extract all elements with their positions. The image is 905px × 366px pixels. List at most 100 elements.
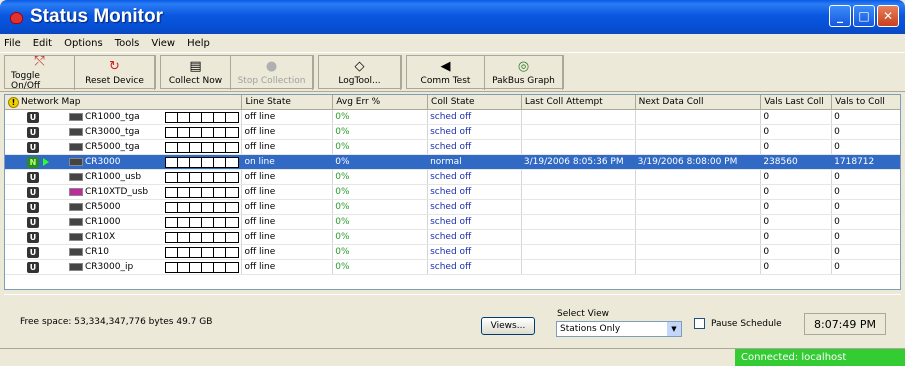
table-row[interactable]: N CR3000 on line 0% normal 3/19/2006 8:05:36 … xyxy=(5,155,900,170)
pause-schedule-checkbox[interactable]: Pause Schedule xyxy=(694,318,782,329)
connection-status: Connected: localhost xyxy=(735,349,905,366)
toolbar: ⤲ Toggle On/Off ↻ Reset Device ▤ Collect… xyxy=(0,52,905,92)
network-cell[interactable]: U CR1000 xyxy=(5,215,243,229)
network-cell[interactable]: U CR3000_ip xyxy=(5,260,243,274)
clock-display: 8:07:49 PM xyxy=(804,313,886,335)
last-coll-attempt-cell xyxy=(522,125,636,139)
avg-err-cell: 0% xyxy=(333,245,429,259)
last-coll-attempt-cell xyxy=(522,185,636,199)
comm-test-icon: ◀ xyxy=(440,59,451,74)
avg-err-cell: 0% xyxy=(333,215,429,229)
chevron-down-icon[interactable]: ▼ xyxy=(667,322,681,336)
vals-last-coll-cell: 0 xyxy=(761,185,833,199)
vals-last-coll-cell: 0 xyxy=(761,140,833,154)
col-vals-last-coll[interactable]: Vals Last Coll xyxy=(761,95,833,109)
comm-test-button[interactable]: ◀ Comm Test xyxy=(407,56,485,90)
menu-options[interactable]: Options xyxy=(64,38,103,49)
next-data-coll-cell xyxy=(636,215,762,229)
last-coll-attempt-cell xyxy=(522,110,636,124)
table-row[interactable]: U CR10X off line 0% sched off 0 0 xyxy=(5,230,900,245)
checkbox-box[interactable] xyxy=(694,318,705,329)
maximize-button[interactable]: □ xyxy=(853,5,875,27)
menu-tools[interactable]: Tools xyxy=(115,38,140,49)
select-view-label: Select View xyxy=(557,309,609,319)
vals-to-coll-cell: 0 xyxy=(834,262,840,272)
coll-state-cell: sched off xyxy=(428,125,522,139)
views-button[interactable]: Views... xyxy=(481,317,535,335)
table-row[interactable]: U CR3000_tga off line 0% sched off 0 0 xyxy=(5,125,900,140)
table-row[interactable]: U CR5000_tga off line 0% sched off 0 0 xyxy=(5,140,900,155)
logtool-icon: ◇ xyxy=(354,59,365,74)
menu-file[interactable]: File xyxy=(4,38,21,49)
station-status-icon: N xyxy=(27,156,39,168)
menu-view[interactable]: View xyxy=(151,38,175,49)
network-cell[interactable]: U CR1000_usb xyxy=(5,170,243,184)
network-cell[interactable]: U CR10 xyxy=(5,245,243,259)
activity-meter xyxy=(165,246,239,258)
col-vals-to-coll[interactable]: Vals to Coll xyxy=(832,95,900,109)
window-title: Status Monitor xyxy=(30,6,163,27)
select-view-dropdown[interactable]: Stations Only ▼ xyxy=(556,321,682,337)
col-network-map[interactable]: ! Network Map xyxy=(5,95,243,109)
collect-now-button[interactable]: ▤ Collect Now xyxy=(161,56,231,90)
network-cell[interactable]: N CR3000 xyxy=(5,155,243,169)
menu-help[interactable]: Help xyxy=(187,38,210,49)
col-avg-err[interactable]: Avg Err % xyxy=(333,95,429,109)
vals-last-coll-cell: 0 xyxy=(761,215,833,229)
toggle-icon: ⤲ xyxy=(34,54,45,69)
line-state-cell: off line xyxy=(242,230,334,244)
network-cell[interactable]: U CR5000_tga xyxy=(5,140,243,154)
vals-last-coll-cell: 0 xyxy=(761,245,833,259)
col-coll-state[interactable]: Coll State xyxy=(428,95,522,109)
col-line-state[interactable]: Line State xyxy=(242,95,334,109)
table-row[interactable]: U CR3000_ip off line 0% sched off 0 0 xyxy=(5,260,900,275)
datalogger-icon xyxy=(69,128,83,136)
network-grid[interactable]: ! Network Map Line State Avg Err % Coll S… xyxy=(4,94,901,290)
network-cell[interactable]: U CR5000 xyxy=(5,200,243,214)
avg-err-cell: 0% xyxy=(333,260,429,274)
col-last-coll-attempt[interactable]: Last Coll Attempt xyxy=(522,95,636,109)
next-data-coll-cell xyxy=(636,125,762,139)
close-button[interactable]: ✕ xyxy=(877,5,899,27)
next-data-coll-cell xyxy=(636,185,762,199)
last-coll-attempt-cell xyxy=(522,140,636,154)
activity-meter xyxy=(165,216,239,228)
stop-collection-button[interactable]: ● Stop Collection xyxy=(231,56,313,90)
station-status-icon: U xyxy=(27,111,39,123)
network-cell[interactable]: U CR3000_tga xyxy=(5,125,243,139)
toggle-on-off-button[interactable]: ⤲ Toggle On/Off xyxy=(5,54,75,91)
table-row[interactable]: U CR5000 off line 0% sched off 0 0 xyxy=(5,200,900,215)
vals-to-coll-cell: 0 xyxy=(834,187,840,197)
logtool-button[interactable]: ◇ LogTool... xyxy=(319,56,401,90)
next-data-coll-cell xyxy=(636,230,762,244)
next-data-coll-cell xyxy=(636,170,762,184)
warning-icon: ! xyxy=(8,96,19,108)
next-data-coll-cell xyxy=(636,245,762,259)
avg-err-cell: 0% xyxy=(333,155,429,169)
datalogger-icon xyxy=(69,263,83,271)
vals-to-coll-cell: 0 xyxy=(834,142,840,152)
table-row[interactable]: U CR1000 off line 0% sched off 0 0 xyxy=(5,215,900,230)
table-row[interactable]: U CR1000_tga off line 0% sched off 0 0 xyxy=(5,110,900,125)
station-status-icon: U xyxy=(27,126,39,138)
vals-to-coll-cell: 0 xyxy=(834,202,840,212)
table-row[interactable]: U CR10 off line 0% sched off 0 0 xyxy=(5,245,900,260)
network-cell[interactable]: U CR10X xyxy=(5,230,243,244)
minimize-button[interactable]: _ xyxy=(829,5,851,27)
table-row[interactable]: U CR10XTD_usb off line 0% sched off 0 0 xyxy=(5,185,900,200)
coll-state-cell: sched off xyxy=(428,170,522,184)
col-next-data-coll[interactable]: Next Data Coll xyxy=(636,95,762,109)
avg-err-cell: 0% xyxy=(333,170,429,184)
reset-device-button[interactable]: ↻ Reset Device xyxy=(75,56,155,90)
title-bar[interactable]: Status Monitor _ □ ✕ xyxy=(0,0,905,34)
network-cell[interactable]: U CR10XTD_usb xyxy=(5,185,243,199)
pakbus-graph-button[interactable]: ◎ PakBus Graph xyxy=(485,56,563,90)
line-state-cell: off line xyxy=(242,215,334,229)
last-coll-attempt-cell xyxy=(522,245,636,259)
vals-to-coll-cell: 0 xyxy=(834,232,840,242)
network-cell[interactable]: U CR1000_tga xyxy=(5,110,243,124)
table-row[interactable]: U CR1000_usb off line 0% sched off 0 0 xyxy=(5,170,900,185)
menu-edit[interactable]: Edit xyxy=(33,38,52,49)
device-name: CR5000 xyxy=(85,202,121,212)
next-data-coll-cell xyxy=(636,260,762,274)
